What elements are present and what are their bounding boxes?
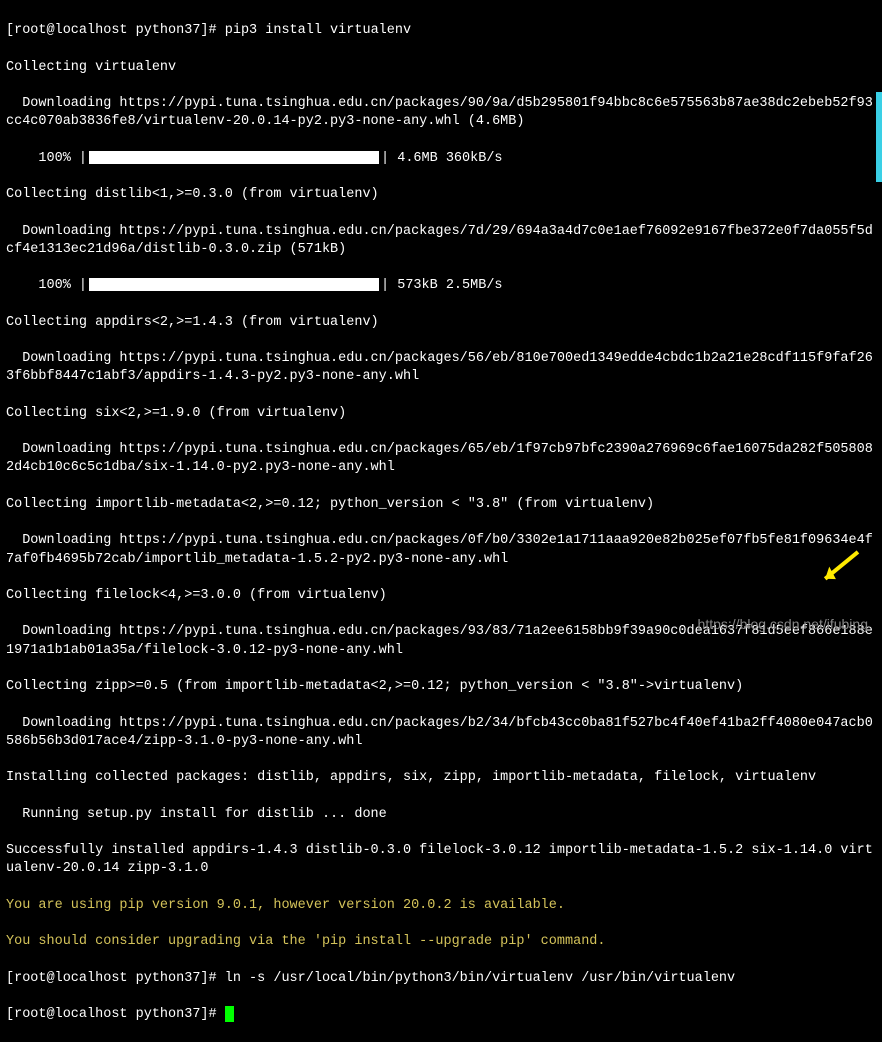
cursor-icon bbox=[225, 1006, 234, 1022]
output-line: Collecting zipp>=0.5 (from importlib-met… bbox=[6, 678, 876, 696]
output-line: Downloading https://pypi.tuna.tsinghua.e… bbox=[6, 532, 876, 568]
command-text bbox=[217, 1007, 225, 1022]
output-line: Collecting six<2,>=1.9.0 (from virtualen… bbox=[6, 405, 876, 423]
progress-line: 100% | | 573kB 2.5MB/s bbox=[6, 277, 876, 295]
progress-line: 100% | | 4.6MB 360kB/s bbox=[6, 150, 876, 168]
progress-stats: | 573kB 2.5MB/s bbox=[381, 278, 503, 293]
shell-prompt: [root@localhost python37]# bbox=[6, 1007, 217, 1022]
output-line: Downloading https://pypi.tuna.tsinghua.e… bbox=[6, 95, 876, 131]
output-line: Installing collected packages: distlib, … bbox=[6, 769, 876, 787]
output-line: Downloading https://pypi.tuna.tsinghua.e… bbox=[6, 350, 876, 386]
progress-bar bbox=[89, 278, 379, 291]
output-line: Downloading https://pypi.tuna.tsinghua.e… bbox=[6, 441, 876, 477]
warning-line: You are using pip version 9.0.1, however… bbox=[6, 897, 876, 915]
output-line: Running setup.py install for distlib ...… bbox=[6, 806, 876, 824]
shell-prompt: [root@localhost python37]# bbox=[6, 23, 217, 38]
output-line: Collecting appdirs<2,>=1.4.3 (from virtu… bbox=[6, 314, 876, 332]
warning-line: You should consider upgrading via the 'p… bbox=[6, 933, 876, 951]
progress-percent: 100% | bbox=[6, 278, 87, 293]
terminal-output[interactable]: [root@localhost python37]# pip3 install … bbox=[6, 4, 876, 1042]
progress-stats: | 4.6MB 360kB/s bbox=[381, 151, 503, 166]
output-line: Collecting virtualenv bbox=[6, 59, 876, 77]
progress-percent: 100% | bbox=[6, 151, 87, 166]
output-line: Downloading https://pypi.tuna.tsinghua.e… bbox=[6, 223, 876, 259]
watermark-text: https://blog.csdn.net/ifubing bbox=[698, 615, 868, 634]
command-text: pip3 install virtualenv bbox=[217, 23, 411, 38]
output-line: Collecting importlib-metadata<2,>=0.12; … bbox=[6, 496, 876, 514]
command-text: ln -s /usr/local/bin/python3/bin/virtual… bbox=[217, 971, 735, 986]
output-line: Collecting distlib<1,>=0.3.0 (from virtu… bbox=[6, 186, 876, 204]
shell-prompt: [root@localhost python37]# bbox=[6, 971, 217, 986]
output-line: Successfully installed appdirs-1.4.3 dis… bbox=[6, 842, 876, 878]
scrollbar-thumb[interactable] bbox=[876, 92, 882, 182]
output-line: Collecting filelock<4,>=3.0.0 (from virt… bbox=[6, 587, 876, 605]
output-line: Downloading https://pypi.tuna.tsinghua.e… bbox=[6, 715, 876, 751]
progress-bar bbox=[89, 151, 379, 164]
